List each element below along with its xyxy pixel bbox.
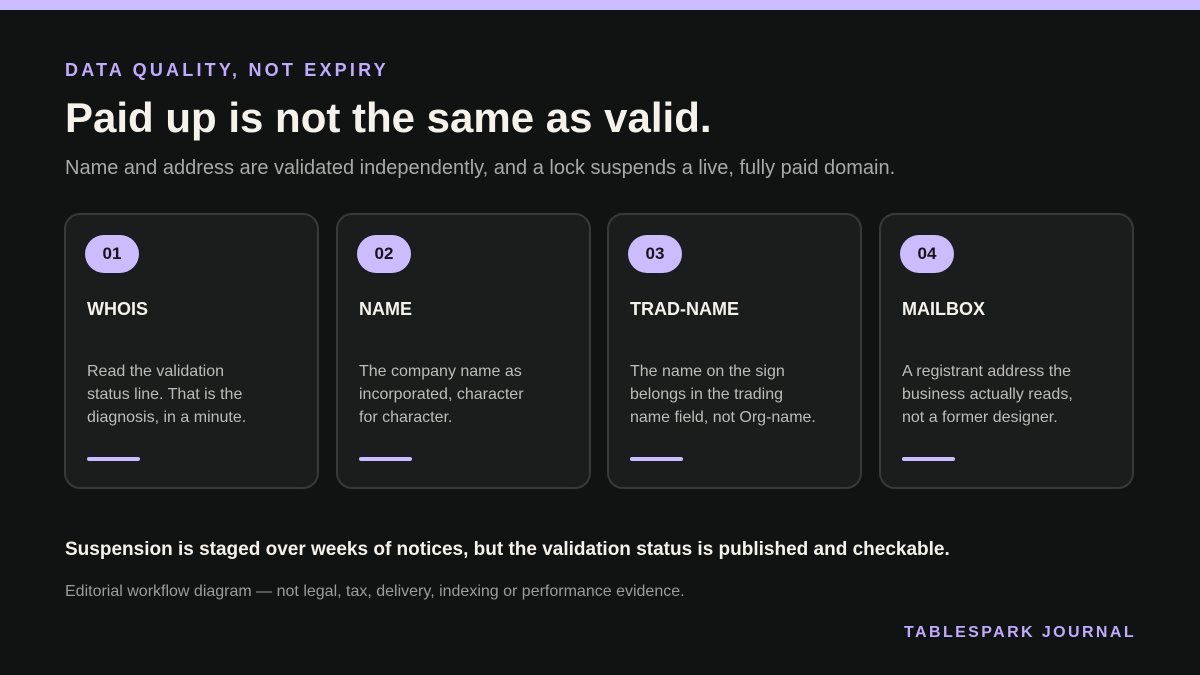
publication-brand: TABLESPARK JOURNAL (904, 624, 1136, 641)
card-accent-line (630, 457, 683, 461)
summary-statement: Suspension is staged over weeks of notic… (65, 539, 950, 560)
description-line: diagnosis, in a minute. (87, 409, 247, 426)
page-title: Paid up is not the same as valid. (65, 94, 712, 141)
step-card-description: The company name as incorporated, charac… (359, 360, 569, 429)
step-cards: 01 WHOIS Read the validation status line… (64, 213, 1136, 491)
step-card-mailbox: 04 MAILBOX A registrant address the busi… (879, 213, 1134, 489)
description-line: not a former designer. (902, 409, 1058, 426)
description-line: name field, not Org-name. (630, 409, 816, 426)
step-number-badge: 01 (85, 235, 139, 273)
step-card-title: MAILBOX (902, 299, 985, 319)
description-line: business actually reads, (902, 386, 1073, 403)
step-number-badge: 02 (357, 235, 411, 273)
description-line: for character. (359, 409, 453, 426)
step-card-trad-name: 03 TRAD-NAME The name on the sign belong… (607, 213, 862, 489)
step-card-description: The name on the sign belongs in the trad… (630, 360, 840, 429)
top-accent-bar (0, 0, 1200, 10)
step-card-title: WHOIS (87, 299, 148, 319)
description-line: status line. That is the (87, 386, 243, 403)
step-number-badge: 04 (900, 235, 954, 273)
step-card-name: 02 NAME The company name as incorporated… (336, 213, 591, 489)
step-card-title: TRAD-NAME (630, 299, 739, 319)
step-card-title: NAME (359, 299, 412, 319)
disclaimer-note: Editorial workflow diagram — not legal, … (65, 583, 685, 600)
description-line: incorporated, character (359, 386, 524, 403)
description-line: The name on the sign (630, 363, 785, 380)
card-accent-line (87, 457, 140, 461)
step-card-description: Read the validation status line. That is… (87, 360, 297, 429)
description-line: belongs in the trading (630, 386, 783, 403)
page-subtitle: Name and address are validated independe… (65, 157, 896, 179)
card-accent-line (902, 457, 955, 461)
step-card-description: A registrant address the business actual… (902, 360, 1112, 429)
description-line: Read the validation (87, 363, 224, 380)
card-accent-line (359, 457, 412, 461)
description-line: A registrant address the (902, 363, 1071, 380)
description-line: The company name as (359, 363, 522, 380)
eyebrow-label: DATA QUALITY, NOT EXPIRY (65, 60, 389, 80)
step-card-whois: 01 WHOIS Read the validation status line… (64, 213, 319, 489)
step-number-badge: 03 (628, 235, 682, 273)
